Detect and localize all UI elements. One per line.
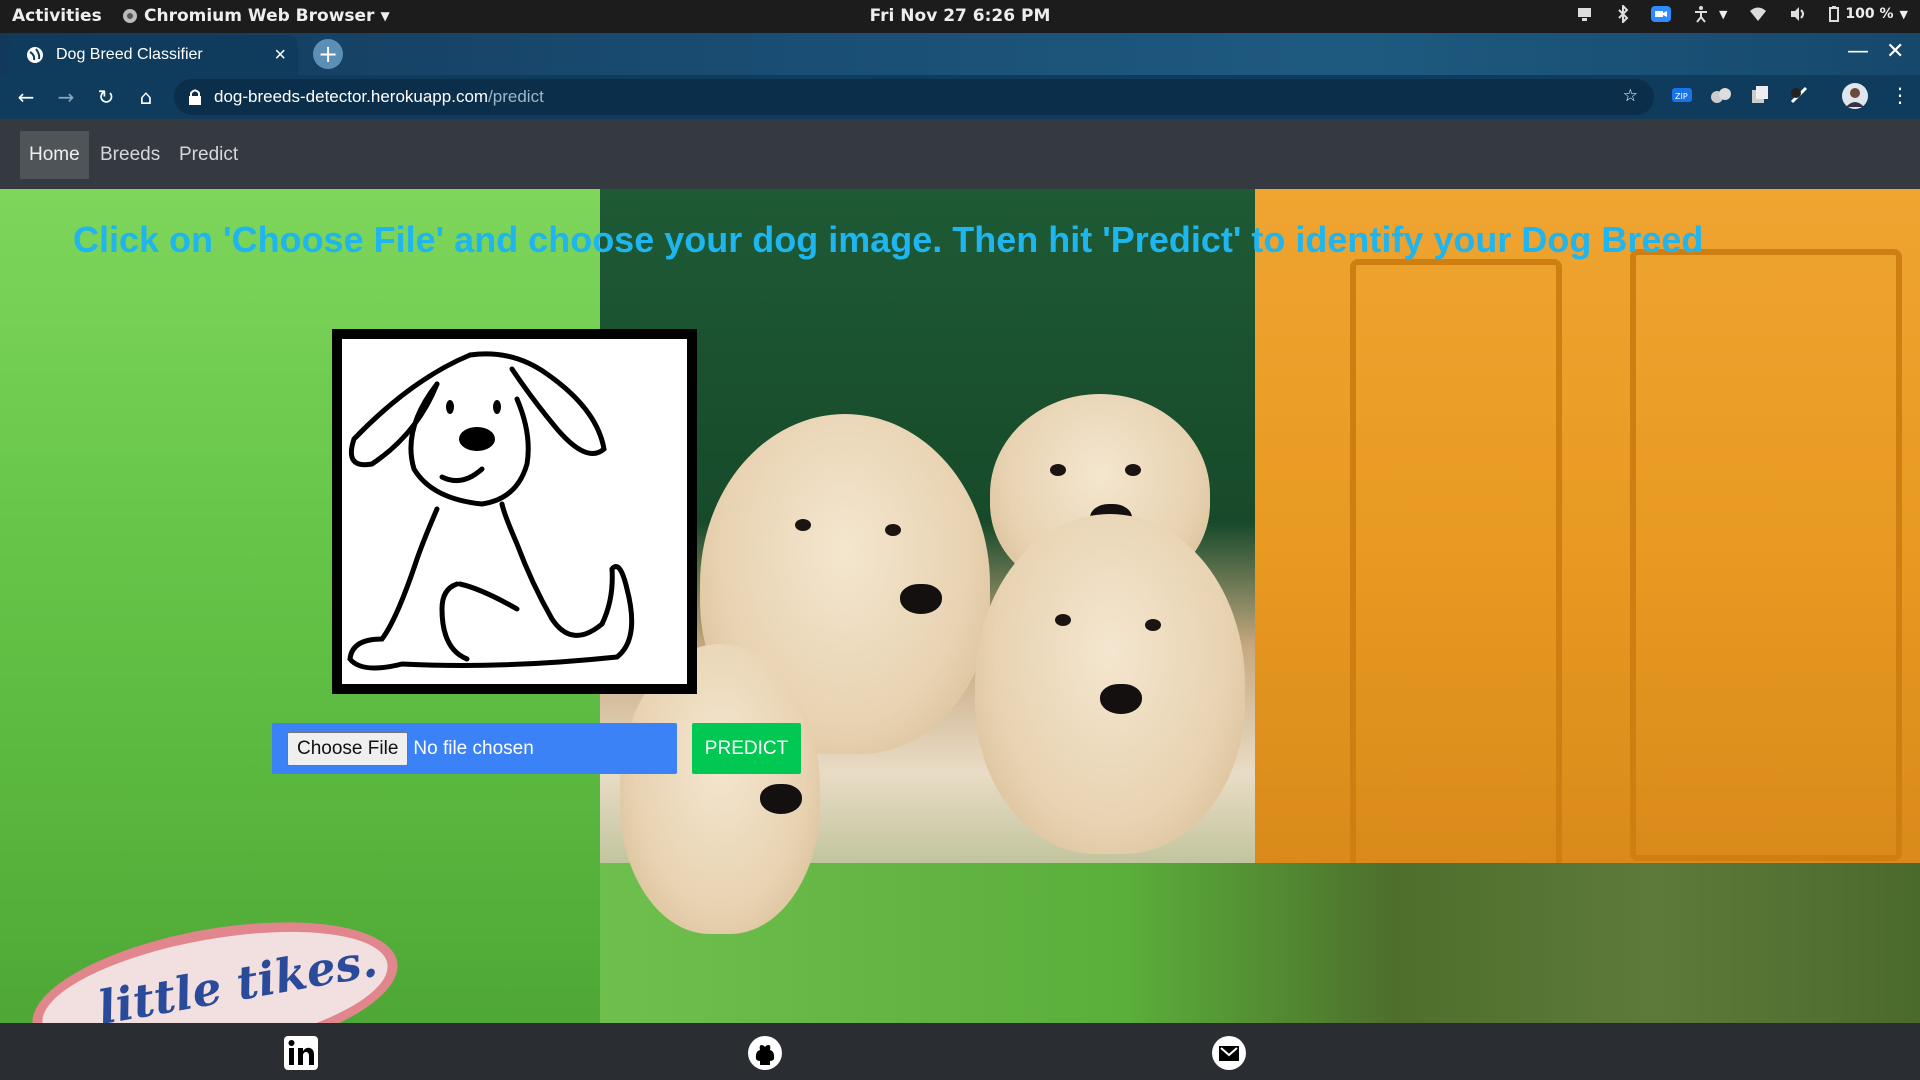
gmail-icon[interactable] [1211,1035,1247,1071]
battery-percent: 100 % [1845,6,1894,22]
choose-file-button[interactable]: Choose File [287,731,409,766]
battery-icon [1829,6,1840,22]
forward-icon[interactable]: → [46,85,86,109]
profile-avatar[interactable] [1842,83,1868,109]
system-tray[interactable]: ▼ 100 % ▼ [1577,5,1908,23]
lock-icon[interactable] [188,89,202,105]
door-panel [1630,249,1902,861]
close-window-icon[interactable]: ✕ [1886,39,1904,64]
url-host: dog-breeds-detector.herokuapp.com [214,87,489,106]
browser-tab[interactable]: Dog Breed Classifier × [10,35,298,75]
globe-icon [27,47,43,63]
browser-toolbar: ← → ↻ ⌂ dog-breeds-detector.herokuapp.co… [0,75,1920,119]
tab-strip: Dog Breed Classifier × + — ✕ [0,33,1920,75]
system-top-bar: Activities Chromium Web Browser ▼ Fri No… [0,0,1920,33]
preview-image-frame [332,329,697,694]
app-menu[interactable]: Chromium Web Browser ▼ [122,6,390,26]
github-icon[interactable] [747,1035,783,1071]
accessibility-icon[interactable]: ▼ [1693,5,1727,23]
screen-icon[interactable] [1577,6,1595,22]
svg-text:ZIP: ZIP [1675,92,1688,101]
tab-title: Dog Breed Classifier [56,46,203,63]
activities-button[interactable]: Activities [12,6,102,26]
door-panel [1350,259,1562,871]
page-footer [0,1023,1920,1080]
predict-button[interactable]: PREDICT [692,723,801,774]
site-navbar: Home Breeds Predict [0,119,1920,189]
little-tikes-text: little tikes. [94,932,382,1023]
zip-extension-icon[interactable]: ZIP [1671,85,1693,105]
battery-indicator[interactable]: 100 % ▼ [1829,6,1908,22]
nav-predict[interactable]: Predict [170,131,247,179]
dark-mode-extension-icon[interactable] [1788,85,1810,105]
file-upload-input[interactable]: Choose File No file chosen [272,723,677,774]
nav-breeds[interactable]: Breeds [91,131,169,179]
reload-icon[interactable]: ↻ [86,85,126,109]
page-headline: Click on 'Choose File' and choose your d… [73,219,1704,260]
copy-extension-icon[interactable] [1749,85,1771,105]
extension-icon[interactable] [1710,85,1732,105]
address-bar[interactable]: dog-breeds-detector.herokuapp.com/predic… [174,79,1654,115]
bluetooth-icon[interactable] [1617,5,1629,23]
browser-menu-icon[interactable]: ⋮ [1890,83,1910,107]
new-tab-button[interactable]: + [313,39,343,69]
chevron-down-icon: ▼ [380,9,390,23]
minimize-icon[interactable]: — [1847,39,1869,64]
hero-background: little tikes. [0,189,1920,1023]
app-menu-label: Chromium Web Browser [144,6,375,26]
chromium-icon [123,9,137,23]
file-status-text: No file chosen [413,737,534,759]
close-tab-icon[interactable]: × [274,44,286,67]
nav-home[interactable]: Home [20,131,89,179]
linkedin-icon[interactable] [283,1035,319,1071]
back-icon[interactable]: ← [6,85,46,109]
volume-icon[interactable] [1789,6,1807,22]
clock[interactable]: Fri Nov 27 6:26 PM [870,6,1051,26]
puppy [975,514,1245,854]
url-path: /predict [488,87,544,106]
zoom-icon[interactable] [1650,5,1671,23]
dog-sketch-icon [347,351,635,671]
bookmark-star-icon[interactable]: ☆ [1623,86,1638,106]
home-icon[interactable]: ⌂ [126,85,166,109]
wifi-icon[interactable] [1749,6,1767,22]
